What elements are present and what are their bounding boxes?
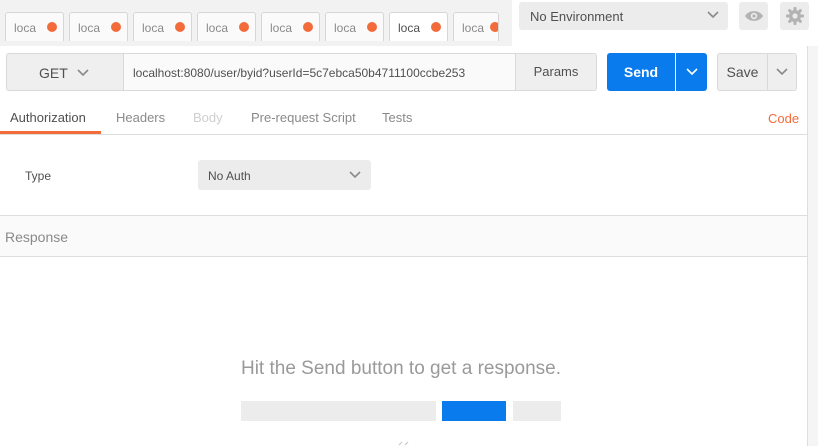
request-tab[interactable]: loca — [261, 12, 320, 41]
chevron-down-icon — [77, 69, 89, 77]
divider — [0, 134, 807, 135]
save-options-button[interactable] — [767, 53, 797, 91]
placeholder-bar — [241, 401, 436, 421]
code-link[interactable]: Code — [768, 111, 799, 126]
request-tab[interactable]: loca — [5, 12, 64, 41]
tab-body[interactable]: Body — [193, 110, 223, 125]
unsaved-dot-icon — [303, 22, 313, 32]
tab-label: loca — [206, 21, 229, 35]
request-tab[interactable]: loca — [325, 12, 384, 41]
tab-label: loca — [398, 21, 421, 35]
environment-select[interactable]: No Environment — [519, 2, 728, 30]
tab-tests[interactable]: Tests — [382, 110, 412, 125]
request-tab-active[interactable]: loca — [389, 12, 448, 41]
tab-authorization[interactable]: Authorization — [10, 110, 86, 125]
request-tab[interactable]: loca — [133, 12, 192, 41]
tab-label: loca — [270, 21, 293, 35]
empty-response-hint: Hit the Send button to get a response. — [240, 358, 562, 379]
unsaved-dot-icon — [490, 22, 498, 32]
unsaved-dot-icon — [239, 22, 249, 32]
send-button[interactable]: Send — [607, 53, 675, 91]
save-button[interactable]: Save — [717, 53, 767, 91]
request-tab[interactable]: loca — [197, 12, 256, 41]
tab-strip: loca loca loca loca loca loca loca loca — [0, 0, 512, 46]
unsaved-dot-icon — [367, 22, 377, 32]
tab-label: loca — [78, 21, 101, 35]
params-button[interactable]: Params — [515, 53, 597, 91]
chevron-down-icon — [685, 68, 698, 76]
unsaved-dot-icon — [431, 22, 441, 32]
url-input[interactable]: localhost:8080/user/byid?userId=5c7ebca5… — [123, 53, 516, 91]
response-header: Response — [0, 215, 807, 257]
unsaved-dot-icon — [175, 22, 185, 32]
auth-type-select[interactable]: No Auth — [198, 160, 371, 190]
method-label: GET — [39, 65, 68, 81]
tab-pre-request-script[interactable]: Pre-request Script — [251, 110, 356, 125]
chevron-down-icon — [349, 171, 361, 179]
environment-label: No Environment — [530, 9, 624, 24]
unsaved-dot-icon — [111, 22, 121, 32]
method-select[interactable]: GET — [6, 53, 123, 91]
send-options-button[interactable] — [676, 53, 707, 91]
tab-label: loca — [334, 21, 357, 35]
chevron-down-icon — [707, 11, 719, 19]
auth-type-label: Type — [25, 169, 52, 183]
placeholder-bar — [442, 401, 506, 421]
request-tab[interactable]: loca — [69, 12, 128, 41]
auth-type-value: No Auth — [208, 169, 251, 183]
tab-label: loca — [14, 21, 37, 35]
eye-icon — [744, 11, 763, 21]
gear-icon — [785, 7, 804, 25]
request-tab[interactable]: loca — [453, 12, 499, 41]
tab-label: loca — [142, 21, 165, 35]
placeholder-bar — [513, 401, 561, 421]
tab-headers[interactable]: Headers — [116, 110, 165, 125]
unsaved-dot-icon — [47, 22, 57, 32]
tab-label: loca — [462, 21, 485, 35]
response-title: Response — [5, 229, 69, 245]
manage-environments-button[interactable] — [780, 2, 809, 30]
environment-quick-look-button[interactable] — [739, 2, 768, 30]
chevron-down-icon — [776, 68, 788, 76]
side-pane — [808, 46, 818, 446]
illustration-fragment-icon — [398, 441, 409, 446]
